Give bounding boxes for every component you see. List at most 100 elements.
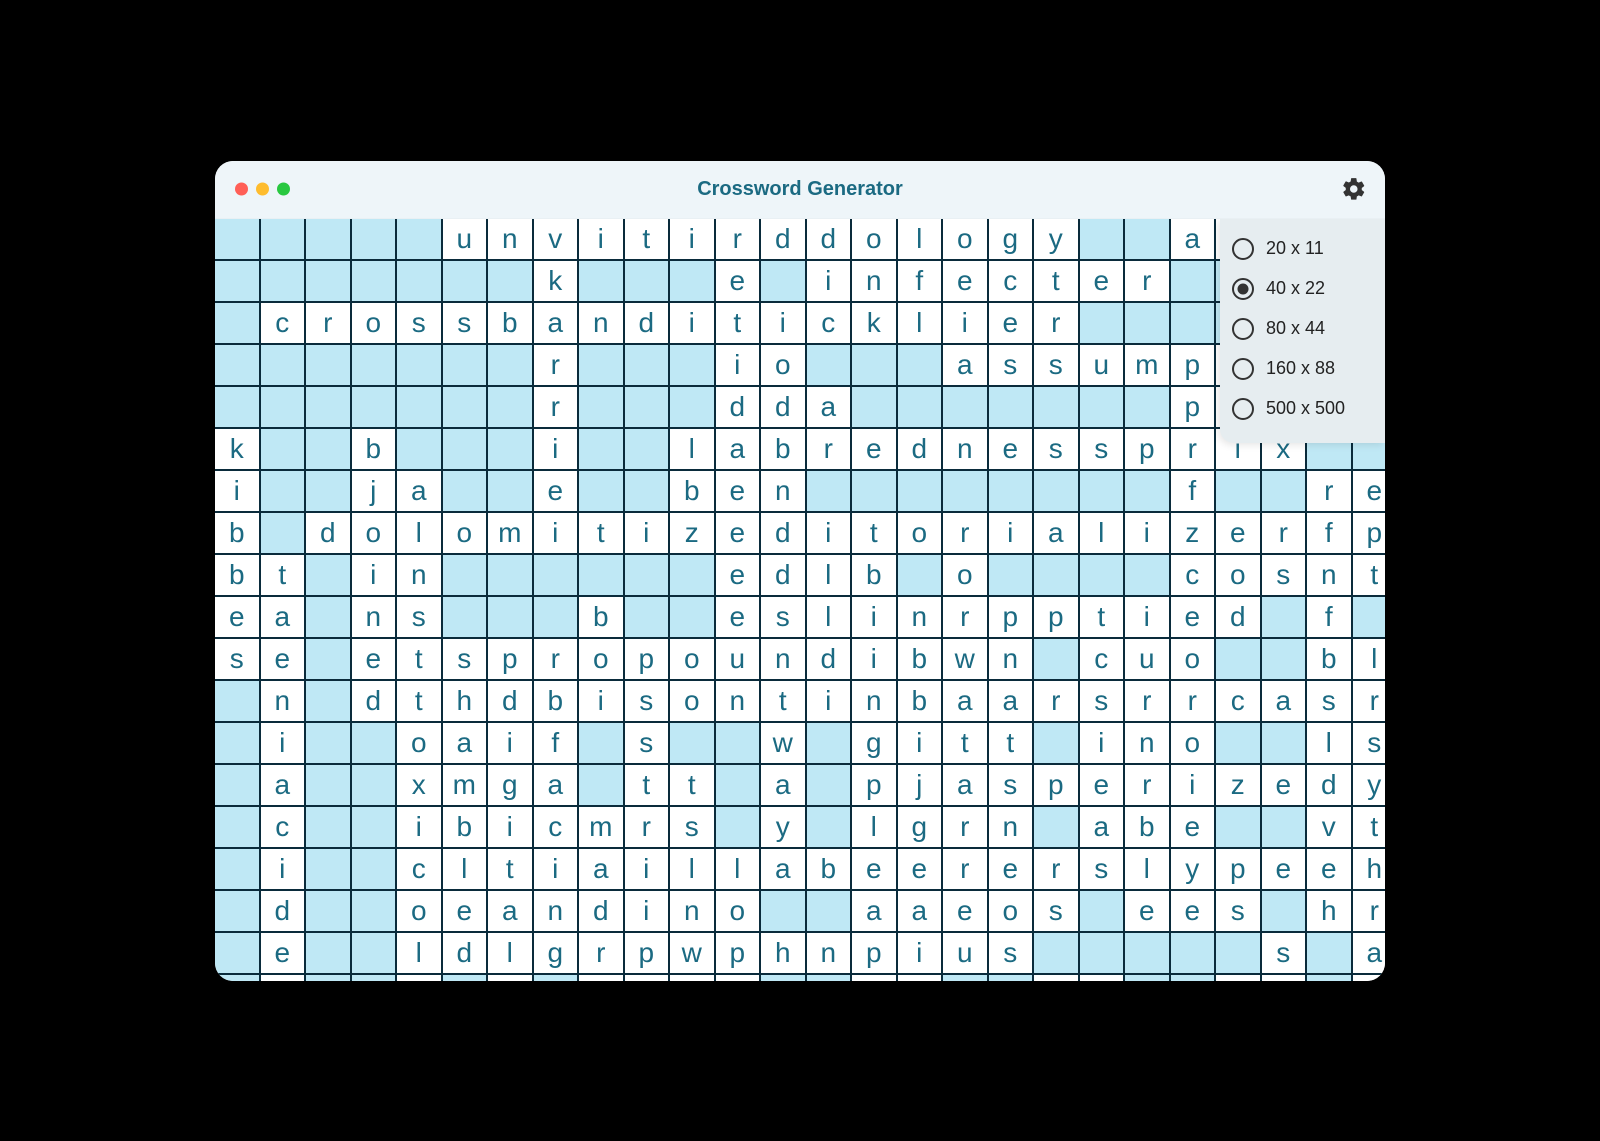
letter-cell[interactable]: i [261,849,307,891]
letter-cell[interactable]: r [1353,891,1386,933]
blank-cell[interactable] [898,471,944,513]
letter-cell[interactable]: t [761,681,807,723]
letter-cell[interactable]: s [1034,891,1080,933]
letter-cell[interactable]: p [852,933,898,975]
blank-cell[interactable] [1307,933,1353,975]
blank-cell[interactable] [898,345,944,387]
letter-cell[interactable]: a [989,681,1035,723]
letter-cell[interactable]: p [852,765,898,807]
letter-cell[interactable]: l [898,219,944,261]
blank-cell[interactable] [1307,975,1353,981]
letter-cell[interactable]: o [761,345,807,387]
blank-cell[interactable] [1080,387,1126,429]
letter-cell[interactable]: r [716,219,762,261]
blank-cell[interactable] [1171,303,1217,345]
letter-cell[interactable]: k [534,261,580,303]
letter-cell[interactable]: s [261,975,307,981]
letter-cell[interactable]: b [215,555,261,597]
letter-cell[interactable]: e [716,471,762,513]
letter-cell[interactable]: d [443,933,489,975]
letter-cell[interactable]: j [898,765,944,807]
letter-cell[interactable]: t [716,303,762,345]
letter-cell[interactable]: s [625,681,671,723]
blank-cell[interactable] [898,387,944,429]
letter-cell[interactable]: c [1080,639,1126,681]
letter-cell[interactable]: s [397,597,443,639]
blank-cell[interactable] [397,387,443,429]
letter-cell[interactable]: r [1262,513,1308,555]
letter-cell[interactable]: p [625,639,671,681]
blank-cell[interactable] [852,471,898,513]
letter-cell[interactable]: y [1171,849,1217,891]
letter-cell[interactable]: d [488,681,534,723]
blank-cell[interactable] [352,261,398,303]
letter-cell[interactable]: z [670,513,716,555]
letter-cell[interactable]: d [579,891,625,933]
size-option[interactable]: 160 x 88 [1232,349,1373,389]
blank-cell[interactable] [989,975,1035,981]
letter-cell[interactable]: a [1171,219,1217,261]
letter-cell[interactable]: d [898,429,944,471]
letter-cell[interactable]: r [1125,261,1171,303]
blank-cell[interactable] [306,681,352,723]
blank-cell[interactable] [306,471,352,513]
blank-cell[interactable] [215,807,261,849]
blank-cell[interactable] [807,345,853,387]
letter-cell[interactable]: p [625,933,671,975]
letter-cell[interactable]: n [534,891,580,933]
letter-cell[interactable]: i [625,849,671,891]
letter-cell[interactable]: a [261,597,307,639]
letter-cell[interactable]: p [1034,597,1080,639]
letter-cell[interactable]: o [1171,639,1217,681]
letter-cell[interactable]: i [488,975,534,981]
blank-cell[interactable] [488,429,534,471]
blank-cell[interactable] [488,597,534,639]
letter-cell[interactable]: l [670,429,716,471]
letter-cell[interactable]: o [670,639,716,681]
blank-cell[interactable] [443,261,489,303]
letter-cell[interactable]: s [1080,849,1126,891]
letter-cell[interactable]: h [1307,891,1353,933]
letter-cell[interactable]: m [1125,345,1171,387]
letter-cell[interactable]: a [898,891,944,933]
blank-cell[interactable] [1034,387,1080,429]
letter-cell[interactable]: l [1080,513,1126,555]
blank-cell[interactable] [807,765,853,807]
letter-cell[interactable]: i [579,681,625,723]
letter-cell[interactable]: o [352,303,398,345]
letter-cell[interactable]: o [352,513,398,555]
letter-cell[interactable]: d [1307,765,1353,807]
letter-cell[interactable]: t [1353,807,1386,849]
letter-cell[interactable]: r [534,387,580,429]
blank-cell[interactable] [306,345,352,387]
letter-cell[interactable]: s [1262,933,1308,975]
blank-cell[interactable] [1262,639,1308,681]
letter-cell[interactable]: s [1034,429,1080,471]
blank-cell[interactable] [625,261,671,303]
letter-cell[interactable]: z [1171,513,1217,555]
blank-cell[interactable] [352,345,398,387]
blank-cell[interactable] [488,471,534,513]
letter-cell[interactable]: r [579,933,625,975]
letter-cell[interactable]: s [1080,681,1126,723]
letter-cell[interactable]: s [443,639,489,681]
letter-cell[interactable]: o [852,219,898,261]
letter-cell[interactable]: n [488,219,534,261]
letter-cell[interactable]: s [443,303,489,345]
letter-cell[interactable]: d [716,387,762,429]
blank-cell[interactable] [215,261,261,303]
letter-cell[interactable]: p [1171,345,1217,387]
blank-cell[interactable] [1080,891,1126,933]
letter-cell[interactable]: f [1307,513,1353,555]
letter-cell[interactable]: i [579,219,625,261]
blank-cell[interactable] [1262,807,1308,849]
letter-cell[interactable]: i [807,513,853,555]
blank-cell[interactable] [443,429,489,471]
blank-cell[interactable] [1080,555,1126,597]
blank-cell[interactable] [1125,933,1171,975]
letter-cell[interactable]: r [943,807,989,849]
letter-cell[interactable]: i [1171,765,1217,807]
blank-cell[interactable] [215,387,261,429]
letter-cell[interactable]: h [443,681,489,723]
blank-cell[interactable] [1125,555,1171,597]
